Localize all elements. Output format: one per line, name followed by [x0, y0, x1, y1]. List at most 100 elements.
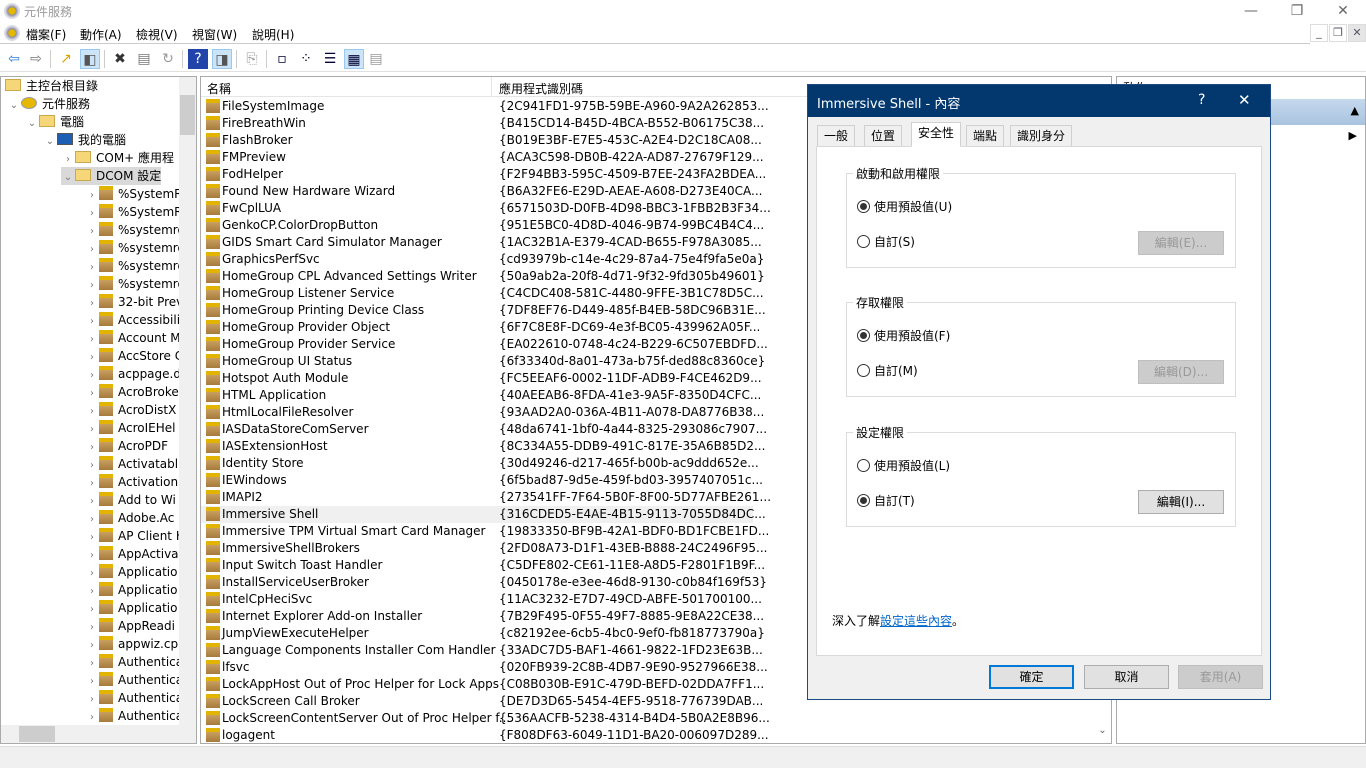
scrollbar-thumb[interactable]	[180, 95, 195, 135]
tree-node-dcom-app[interactable]: › Account M	[85, 329, 181, 347]
customize-radio[interactable]: 自訂(M)	[857, 362, 918, 379]
table-row[interactable]: IntelCpHeciSvc {11AC3232-E7D7-49CD-ABFE-5…	[201, 591, 762, 608]
delete-icon[interactable]: ✖	[110, 49, 130, 69]
tree-node-dcom-app[interactable]: › Authentica	[85, 671, 183, 689]
scrollbar-thumb[interactable]	[19, 726, 55, 742]
forward-arrow-icon[interactable]: ⇨	[26, 49, 46, 69]
table-row[interactable]: lfsvc {020FB939-2C8B-4DB7-9E90-9527966E38…	[201, 659, 768, 676]
tree-node-dcom-app[interactable]: › %SystemR	[85, 203, 183, 221]
chevron-down-icon[interactable]: ⌄	[43, 133, 57, 151]
table-row[interactable]: HtmlLocalFileResolver {93AAD2A0-036A-4B11…	[201, 404, 764, 421]
table-row[interactable]: Found New Hardware Wizard {B6A32FE6-E29D-…	[201, 183, 763, 200]
learn-more-link[interactable]: 設定這些內容	[880, 614, 952, 628]
table-row[interactable]: Identity Store {30d49246-d217-465f-b00b-a…	[201, 455, 759, 472]
table-row[interactable]: HTML Application {40AEEAB6-8FDA-41e3-9A5F…	[201, 387, 761, 404]
tree-node-dcom-app[interactable]: › 32-bit Prev	[85, 293, 183, 311]
table-row[interactable]: HomeGroup Listener Service {C4CDC408-581C…	[201, 285, 764, 302]
list-view-icon[interactable]: ☰	[320, 49, 340, 69]
chevron-down-icon[interactable]: ⌄	[7, 97, 21, 115]
edit-button[interactable]: 編輯(E)...	[1138, 231, 1224, 255]
tree-node-dcom-app[interactable]: › Authentica	[85, 689, 183, 707]
tree-node-dcom-app[interactable]: › acppage.d	[85, 365, 181, 383]
tree-node-dcom-app[interactable]: › Applicatio	[85, 581, 177, 599]
column-header-appid[interactable]: 應用程式識別碼	[499, 80, 583, 97]
more-actions-arrow-icon[interactable]: ▶	[1349, 129, 1357, 142]
use-default-radio[interactable]: 使用預設值(U)	[857, 198, 952, 215]
table-row[interactable]: FwCplLUA {6571503D-D0FB-4D98-BBC3-1FBB2B3…	[201, 200, 771, 217]
edit-button[interactable]: 編輯(I)...	[1138, 490, 1224, 514]
table-row[interactable]: JumpViewExecuteHelper {c82192ee-6cb5-4bc0…	[201, 625, 765, 642]
use-default-radio[interactable]: 使用預設值(F)	[857, 327, 950, 344]
tab-endpoints[interactable]: 端點	[966, 125, 1005, 146]
tree-node-dcom-app[interactable]: › Activatabl	[85, 455, 178, 473]
tree-node-dcom-app[interactable]: › AcroDistX	[85, 401, 176, 419]
tree-node[interactable]: › COM+ 應用程	[61, 149, 174, 167]
tree-node-dcom-app[interactable]: › AcroPDF	[85, 437, 168, 455]
tree-node-console-root[interactable]: 主控台根目錄	[5, 77, 98, 95]
table-row[interactable]: IASDataStoreComServer {48da6741-1bf0-4a44…	[201, 421, 767, 438]
table-row[interactable]: HomeGroup UI Status {6f33340d-8a01-473a-b…	[201, 353, 765, 370]
table-row[interactable]: LockScreenContentServer Out of Proc Help…	[201, 710, 770, 727]
detail-view-icon[interactable]: ▦	[344, 49, 364, 69]
scroll-down-button[interactable]: ⌄	[1094, 725, 1111, 743]
tree-node-dcom-app[interactable]: › AP Client H	[85, 527, 185, 545]
tree-node-dcom-app[interactable]: › %systemro	[85, 239, 185, 257]
properties-icon[interactable]: ▤	[134, 49, 154, 69]
customize-radio[interactable]: 自訂(S)	[857, 233, 915, 250]
dialog-help-button[interactable]: ?	[1198, 92, 1205, 108]
chevron-down-icon[interactable]: ⌄	[61, 169, 75, 187]
table-row[interactable]: GraphicsPerfSvc {cd93979b-c14e-4c29-87a4-…	[201, 251, 764, 268]
tree-node-dcom-app[interactable]: › Authentica	[85, 653, 183, 671]
tree-node-dcom-app[interactable]: › AcroIEHel	[85, 419, 175, 437]
chevron-down-icon[interactable]: ⌄	[25, 115, 39, 133]
table-row[interactable]: GIDS Smart Card Simulator Manager {1AC32B…	[201, 234, 762, 251]
up-folder-icon[interactable]: ↗	[56, 49, 76, 69]
export-icon[interactable]: ⎘	[242, 49, 262, 69]
dialog-close-button[interactable]: ✕	[1238, 91, 1251, 109]
table-row[interactable]: IASExtensionHost {8C334A55-DDB9-491C-817E…	[201, 438, 765, 455]
close-button[interactable]: ✕	[1320, 0, 1366, 22]
table-row[interactable]: Hotspot Auth Module {FC5EEAF6-0002-11DF-A…	[201, 370, 762, 387]
table-row[interactable]: logagent {F808DF63-6049-11D1-BA20-006097D…	[201, 727, 769, 743]
tree-node-dcom-app[interactable]: › Authentica	[85, 707, 183, 725]
cancel-button[interactable]: 取消	[1084, 665, 1169, 689]
small-icons-view-icon[interactable]: ⁘	[296, 49, 316, 69]
show-action-pane-icon[interactable]: ◨	[212, 49, 232, 69]
tab-security[interactable]: 安全性	[911, 122, 962, 147]
table-row[interactable]: HomeGroup Provider Service {EA022610-0748…	[201, 336, 768, 353]
table-row[interactable]: Input Switch Toast Handler {C5DFE802-CE61…	[201, 557, 765, 574]
status-view-icon[interactable]: ▤	[366, 49, 386, 69]
back-arrow-icon[interactable]: ⇦	[4, 49, 24, 69]
minimize-button[interactable]: —	[1228, 0, 1274, 22]
table-row[interactable]: IMAPI2 {273541FF-7F64-5B0F-8F00-5D77AFBE2…	[201, 489, 771, 506]
menu-action[interactable]: 動作(A)	[80, 26, 122, 43]
table-row[interactable]: FileSystemImage {2C941FD1-975B-59BE-A960-…	[201, 98, 769, 115]
tree-node-dcom-app[interactable]: › Adobe.Ac	[85, 509, 174, 527]
tab-location[interactable]: 位置	[864, 125, 903, 146]
menu-file[interactable]: 檔案(F)	[26, 26, 66, 43]
tree-node[interactable]: ⌄ 我的電腦	[43, 131, 126, 149]
maximize-button[interactable]: ❐	[1274, 0, 1320, 22]
ok-button[interactable]: 確定	[989, 665, 1074, 689]
table-row[interactable]: HomeGroup CPL Advanced Settings Writer {5…	[201, 268, 765, 285]
table-row[interactable]: FMPreview {ACA3C598-DB0B-422A-AD87-27679F…	[201, 149, 764, 166]
large-icons-view-icon[interactable]: ▫	[272, 49, 292, 69]
table-row[interactable]: Immersive TPM Virtual Smart Card Manager…	[201, 523, 769, 540]
table-row[interactable]: Internet Explorer Add-on Installer {7B29F…	[201, 608, 764, 625]
tree-node-dcom-app[interactable]: › %systemro	[85, 275, 185, 293]
tree-node-dcom-app[interactable]: › %SystemR	[85, 185, 183, 203]
refresh-icon[interactable]: ↻	[158, 49, 178, 69]
table-row[interactable]: FlashBroker {B019E3BF-E7E5-453C-A2E4-D2C1…	[201, 132, 762, 149]
tree-node-dcom-app[interactable]: › AppActiva	[85, 545, 179, 563]
tree-node-dcom-app[interactable]: › AccStore C	[85, 347, 183, 365]
customize-radio[interactable]: 自訂(T)	[857, 492, 915, 509]
table-row[interactable]: FodHelper {F2F94BB3-595C-4509-B7EE-243FA2…	[201, 166, 766, 183]
tab-general[interactable]: 一般	[817, 125, 856, 146]
tree-node[interactable]: ⌄ 元件服務	[7, 95, 90, 113]
table-row[interactable]: LockAppHost Out of Proc Helper for Lock …	[201, 676, 764, 693]
tree-node-dcom-app[interactable]: › Activation	[85, 473, 178, 491]
edit-button[interactable]: 編輯(D)...	[1138, 360, 1224, 384]
show-hide-tree-icon[interactable]: ◧	[80, 49, 100, 69]
tree-node-dcom-app[interactable]: › AcroBroke	[85, 383, 179, 401]
tree-node-dcom-app[interactable]: › appwiz.cp	[85, 635, 178, 653]
